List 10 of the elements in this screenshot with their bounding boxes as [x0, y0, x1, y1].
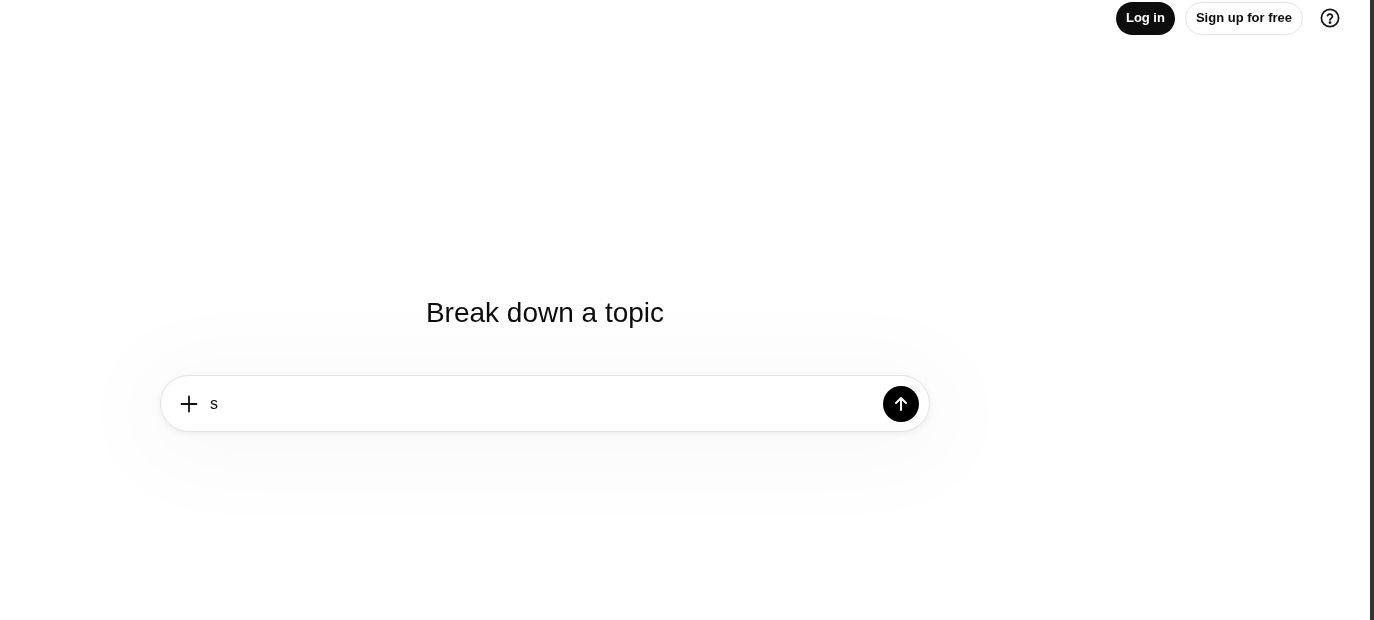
login-button[interactable]: Log in	[1115, 1, 1175, 35]
send-button[interactable]	[883, 385, 919, 422]
signup-button[interactable]: Sign up for free	[1184, 1, 1303, 35]
plus-icon	[180, 394, 198, 413]
message-composer[interactable]: s	[160, 375, 930, 432]
page-heading: Break down a topic	[425, 296, 665, 330]
help-icon[interactable]	[1320, 8, 1340, 28]
add-button[interactable]	[179, 393, 199, 414]
arrow-up-icon	[893, 395, 909, 412]
message-input[interactable]: s	[210, 388, 883, 419]
